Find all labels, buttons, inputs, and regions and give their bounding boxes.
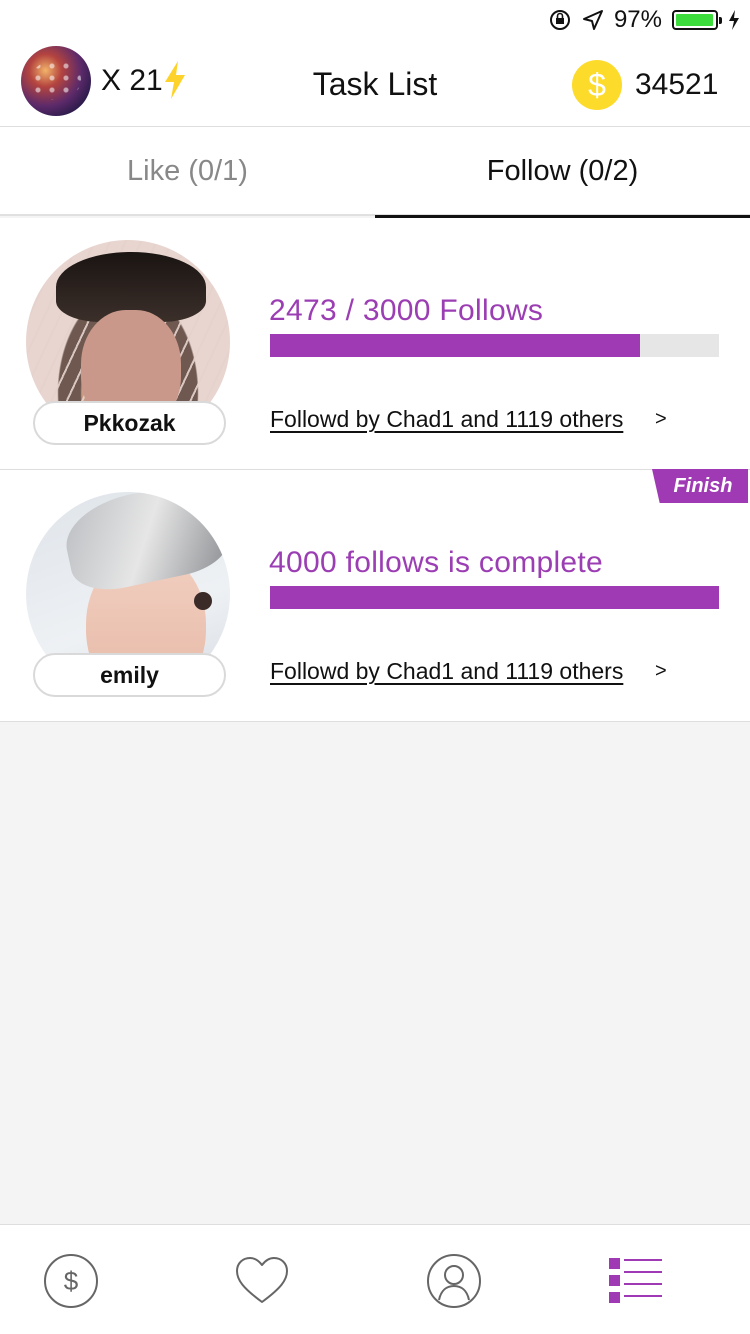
- task-list: Pkkozak 2473 / 3000 Follows Followd by C…: [0, 218, 750, 722]
- chevron-right-icon[interactable]: >: [655, 660, 667, 683]
- photo-detail: [194, 592, 212, 610]
- battery-icon: [672, 10, 722, 30]
- status-indicators: 97%: [548, 4, 740, 36]
- dollar-icon[interactable]: $: [42, 1252, 100, 1310]
- task-card[interactable]: Pkkozak 2473 / 3000 Follows Followd by C…: [0, 218, 750, 470]
- chevron-right-icon[interactable]: >: [655, 408, 667, 431]
- progress-fill: [270, 334, 640, 357]
- task-list-icon[interactable]: [606, 1252, 664, 1310]
- tab-like[interactable]: Like (0/1): [0, 127, 375, 216]
- svg-text:$: $: [64, 1266, 79, 1296]
- status-bar: 97%: [0, 0, 750, 40]
- username-label: Pkkozak: [33, 401, 226, 445]
- coin-balance: 34521: [635, 68, 719, 101]
- bottom-nav: $: [0, 1224, 750, 1334]
- coin-icon: $: [572, 60, 622, 110]
- username-label: emily: [33, 653, 226, 697]
- progress-text: 2473 / 3000 Follows: [269, 294, 544, 327]
- charging-icon: [729, 10, 739, 30]
- profile-icon[interactable]: [425, 1252, 483, 1310]
- progress-bar: [270, 334, 719, 357]
- task-card[interactable]: Finish emily 4000 follows is complete Fo…: [0, 469, 750, 722]
- battery-percent: 97%: [613, 6, 662, 33]
- progress-fill: [270, 586, 719, 609]
- task-tabs: Like (0/1) Follow (0/2): [0, 127, 750, 218]
- photo-detail: [58, 492, 230, 598]
- header: X 21 Task List $ 34521: [0, 40, 750, 127]
- app: 97% X 21 Task List $ 34521 Like (0/1) Fo…: [0, 0, 750, 1334]
- followed-by-link[interactable]: Followd by Chad1 and 1119 others: [270, 658, 623, 685]
- finish-badge: Finish: [652, 469, 748, 503]
- progress-text: 4000 follows is complete: [269, 546, 604, 579]
- heart-icon[interactable]: [233, 1252, 291, 1310]
- location-arrow-icon: [582, 10, 603, 30]
- battery-fill: [676, 14, 713, 26]
- followed-by-link[interactable]: Followd by Chad1 and 1119 others: [270, 406, 623, 433]
- progress-bar: [270, 586, 719, 609]
- orientation-lock-icon: [549, 10, 570, 30]
- tab-follow[interactable]: Follow (0/2): [375, 127, 750, 218]
